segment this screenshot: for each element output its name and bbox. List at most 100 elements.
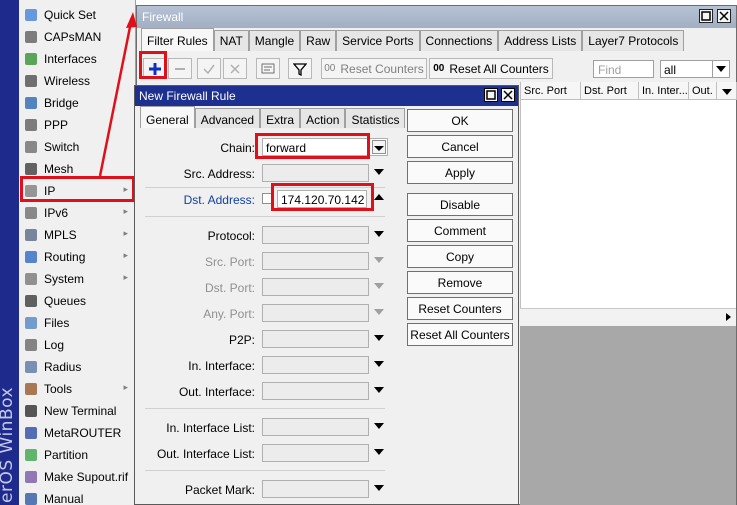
chevron-down-icon[interactable] bbox=[374, 485, 384, 491]
col-src-port[interactable]: Src. Port bbox=[521, 82, 581, 100]
remove-rule-button[interactable]: Remove bbox=[407, 271, 513, 294]
menu-item-system[interactable]: System ▸ bbox=[19, 268, 136, 290]
chevron-down-icon[interactable] bbox=[374, 449, 384, 455]
src-address-input[interactable] bbox=[262, 164, 369, 182]
reset-all-counters-button[interactable]: 00 Reset All Counters bbox=[429, 58, 553, 79]
menu-item-metarouter[interactable]: MetaROUTER bbox=[19, 422, 136, 444]
in-interface-input[interactable] bbox=[262, 356, 369, 374]
chevron-down-icon[interactable] bbox=[374, 283, 384, 289]
reset-counters-button[interactable]: 00 Reset Counters bbox=[321, 58, 427, 79]
tab-mangle[interactable]: Mangle bbox=[248, 30, 301, 51]
col-in-interface[interactable]: In. Inter... bbox=[639, 82, 689, 100]
menu-item-ppp[interactable]: PPP bbox=[19, 114, 136, 136]
menu-item-tools[interactable]: Tools ▸ bbox=[19, 378, 136, 400]
menu-item-partition[interactable]: Partition bbox=[19, 444, 136, 466]
submenu-arrow-icon: ▸ bbox=[123, 250, 128, 260]
tab-extra[interactable]: Extra bbox=[260, 108, 301, 128]
packet-mark-input[interactable] bbox=[262, 480, 369, 498]
close-icon bbox=[719, 11, 729, 21]
chevron-down-icon[interactable] bbox=[374, 335, 384, 341]
tab-statistics[interactable]: Statistics bbox=[345, 108, 406, 128]
find-input[interactable]: Find bbox=[593, 60, 654, 78]
column-menu-button[interactable] bbox=[717, 82, 737, 100]
tab-raw[interactable]: Raw bbox=[300, 30, 337, 51]
col-dst-port[interactable]: Dst. Port bbox=[581, 82, 639, 100]
menu-item-ipv6[interactable]: IPv6 ▸ bbox=[19, 202, 136, 224]
menu-item-manual[interactable]: Manual bbox=[19, 488, 136, 505]
src-port-input[interactable] bbox=[262, 252, 369, 270]
menu-item-quick-set[interactable]: Quick Set bbox=[19, 4, 136, 26]
packet-mark-row: Packet Mark: bbox=[135, 480, 395, 500]
any-port-label: Any. Port: bbox=[203, 307, 255, 321]
menu-item-files[interactable]: Files bbox=[19, 312, 136, 334]
p2p-input[interactable] bbox=[262, 330, 369, 348]
chevron-down-icon[interactable] bbox=[374, 309, 384, 315]
menu-item-label: Bridge bbox=[44, 96, 79, 110]
filter-select-dropdown[interactable] bbox=[712, 60, 729, 78]
menu-item-log[interactable]: Log bbox=[19, 334, 136, 356]
ok-button[interactable]: OK bbox=[407, 109, 513, 132]
cancel-button[interactable]: Cancel bbox=[407, 135, 513, 158]
scroll-right-icon[interactable] bbox=[725, 313, 732, 321]
menu-item-routing[interactable]: Routing ▸ bbox=[19, 246, 136, 268]
submenu-arrow-icon: ▸ bbox=[123, 272, 128, 282]
menu-item-bridge[interactable]: Bridge bbox=[19, 92, 136, 114]
apply-button[interactable]: Apply bbox=[407, 161, 513, 184]
protocol-label: Protocol: bbox=[207, 229, 255, 243]
dialog-reset-all-counters-button[interactable]: Reset All Counters bbox=[407, 323, 513, 346]
menu-item-label: Partition bbox=[44, 448, 89, 462]
chevron-down-icon[interactable] bbox=[374, 169, 384, 175]
dialog-maximize-button[interactable] bbox=[484, 88, 498, 102]
filter-select[interactable]: all bbox=[660, 60, 730, 78]
menu-item-new-terminal[interactable]: New Terminal bbox=[19, 400, 136, 422]
menu-item-label: MetaROUTER bbox=[44, 426, 122, 440]
chevron-down-icon[interactable] bbox=[374, 231, 384, 237]
menu-item-interfaces[interactable]: Interfaces bbox=[19, 48, 136, 70]
tab-connections[interactable]: Connections bbox=[419, 30, 499, 51]
menu-item-make-supout-rif[interactable]: Make Supout.rif bbox=[19, 466, 136, 488]
remove-button[interactable] bbox=[168, 58, 192, 79]
enable-button[interactable] bbox=[197, 58, 221, 79]
tab-nat[interactable]: NAT bbox=[213, 30, 249, 51]
chevron-down-icon[interactable] bbox=[374, 361, 384, 367]
maximize-button[interactable] bbox=[699, 9, 713, 23]
tab-filter-rules[interactable]: Filter Rules bbox=[141, 28, 214, 51]
filter-button[interactable] bbox=[288, 58, 312, 79]
tab-action[interactable]: Action bbox=[300, 108, 346, 128]
disable-button[interactable] bbox=[223, 58, 247, 79]
disable-rule-button[interactable]: Disable bbox=[407, 193, 513, 216]
menu-item-mpls[interactable]: MPLS ▸ bbox=[19, 224, 136, 246]
chain-dropdown-button[interactable] bbox=[372, 140, 386, 154]
divider bbox=[145, 470, 385, 471]
menu-item-switch[interactable]: Switch bbox=[19, 136, 136, 158]
menu-item-wireless[interactable]: Wireless bbox=[19, 70, 136, 92]
horizontal-scrollbar[interactable] bbox=[520, 308, 736, 325]
comment-rule-button[interactable]: Comment bbox=[407, 219, 513, 242]
chevron-down-icon[interactable] bbox=[374, 257, 384, 263]
chevron-up-icon[interactable] bbox=[374, 194, 384, 200]
protocol-input[interactable] bbox=[262, 226, 369, 244]
maximize-icon bbox=[486, 90, 496, 100]
menu-item-radius[interactable]: Radius bbox=[19, 356, 136, 378]
tab-advanced[interactable]: Advanced bbox=[194, 108, 261, 128]
dialog-close-button[interactable] bbox=[501, 88, 515, 102]
menu-item-queues[interactable]: Queues bbox=[19, 290, 136, 312]
chevron-down-icon[interactable] bbox=[374, 387, 384, 393]
comment-button[interactable] bbox=[256, 58, 280, 79]
tab-layer7-protocols[interactable]: Layer7 Protocols bbox=[582, 30, 685, 51]
col-out-interface[interactable]: Out. bbox=[689, 82, 717, 100]
out-interface-list-input[interactable] bbox=[262, 444, 369, 462]
dst-port-input[interactable] bbox=[262, 278, 369, 296]
tab-general[interactable]: General bbox=[140, 106, 195, 128]
src-address-row: Src. Address: bbox=[135, 164, 395, 184]
out-interface-input[interactable] bbox=[262, 382, 369, 400]
copy-button[interactable]: Copy bbox=[407, 245, 513, 268]
menu-item-capsman[interactable]: CAPsMAN bbox=[19, 26, 136, 48]
close-button[interactable] bbox=[717, 9, 731, 23]
tab-service-ports[interactable]: Service Ports bbox=[336, 30, 420, 51]
chevron-down-icon[interactable] bbox=[374, 423, 384, 429]
dialog-reset-counters-button[interactable]: Reset Counters bbox=[407, 297, 513, 320]
any-port-input[interactable] bbox=[262, 304, 369, 322]
tab-address-lists[interactable]: Address Lists bbox=[498, 30, 583, 51]
in-interface-list-input[interactable] bbox=[262, 418, 369, 436]
